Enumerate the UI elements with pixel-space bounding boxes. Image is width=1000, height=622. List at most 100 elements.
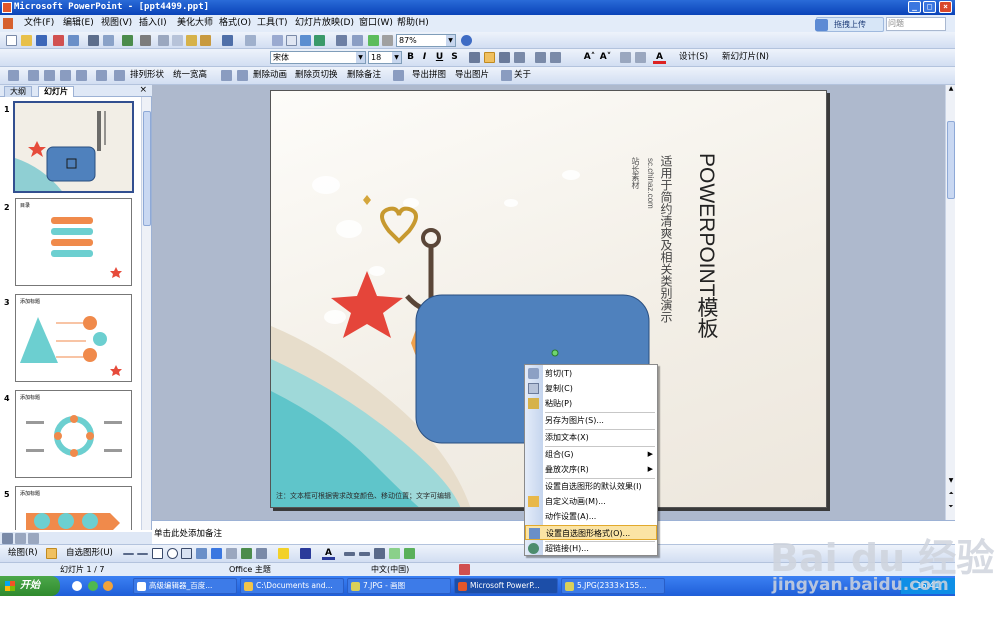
menu-item-group[interactable]: 组合(G) ▶ xyxy=(525,447,657,462)
align-right-icon[interactable] xyxy=(499,52,510,63)
tables-borders-icon[interactable] xyxy=(300,35,311,46)
shadow-button[interactable]: S xyxy=(448,51,461,64)
arrange-shapes-button[interactable]: 排列形状 xyxy=(130,67,164,84)
show-formatting-icon[interactable] xyxy=(352,35,363,46)
slide-thumbnail-3[interactable]: 添加标题 xyxy=(15,294,132,382)
insert-picture-icon[interactable] xyxy=(256,548,267,559)
scroll-up-icon[interactable]: ▲ xyxy=(947,85,955,95)
textbox-icon[interactable] xyxy=(181,548,192,559)
scrollbar-thumb[interactable] xyxy=(947,121,955,199)
rectangle-icon[interactable] xyxy=(152,548,163,559)
line-icon[interactable] xyxy=(123,553,134,555)
slide-footnote[interactable]: 注：文本框可根据需求改变颜色、移动位置；文字可编辑 xyxy=(276,491,451,501)
slide-main-title[interactable]: POWERPOINT模板 xyxy=(668,153,718,343)
thumbnail-scrollbar[interactable] xyxy=(141,97,151,530)
addin-icon[interactable] xyxy=(114,70,125,81)
redo-icon[interactable] xyxy=(245,35,256,46)
diagram-icon[interactable] xyxy=(211,548,222,559)
slide-thumbnail-1[interactable] xyxy=(13,101,134,193)
line-style-icon[interactable] xyxy=(344,552,355,556)
menu-item-copy[interactable]: 复制(C) xyxy=(525,381,657,396)
format-painter-icon[interactable] xyxy=(200,35,211,46)
taskbar-item-image[interactable]: 5.JPG(2333×155... xyxy=(561,578,665,594)
picture-icon[interactable] xyxy=(241,548,252,559)
numbering-icon[interactable] xyxy=(535,52,546,63)
wordart-icon[interactable] xyxy=(196,548,207,559)
bold-button[interactable]: B xyxy=(404,51,417,64)
align-left-icon[interactable] xyxy=(469,52,480,63)
close-button[interactable]: × xyxy=(939,1,952,13)
menu-item-add-text[interactable]: 添加文本(X) xyxy=(525,430,657,445)
open-icon[interactable] xyxy=(21,35,32,46)
menu-format[interactable]: 格式(O) xyxy=(219,15,251,32)
email-icon[interactable] xyxy=(68,35,79,46)
vertical-scrollbar[interactable]: ▲ ▼ ⏶ ⏷ xyxy=(945,85,955,520)
line-color-icon[interactable] xyxy=(300,548,311,559)
notes-placeholder[interactable]: 单击此处添加备注 xyxy=(154,527,222,539)
new-icon[interactable] xyxy=(6,35,17,46)
rotation-handle[interactable] xyxy=(551,349,559,357)
menu-item-default-shape-effect[interactable]: 设置自选图形的默认效果(I) xyxy=(525,479,657,494)
undo-icon[interactable] xyxy=(222,35,233,46)
media-icon[interactable] xyxy=(103,581,113,591)
color-grayscale-icon[interactable] xyxy=(382,35,393,46)
menu-insert[interactable]: 插入(I) xyxy=(139,15,167,32)
align-center-icon[interactable] xyxy=(484,52,495,63)
addin-icon[interactable] xyxy=(221,70,232,81)
addin-icon[interactable] xyxy=(237,70,248,81)
taskbar-item-editor[interactable]: 高级编辑器_百度... xyxy=(133,578,237,594)
addin-icon[interactable] xyxy=(8,70,19,81)
scrollbar-thumb[interactable] xyxy=(143,111,151,226)
permission-icon[interactable] xyxy=(53,35,64,46)
italic-button[interactable]: I xyxy=(418,51,431,64)
menu-slideshow[interactable]: 幻灯片放映(D) xyxy=(295,15,354,32)
addin-icon[interactable] xyxy=(76,70,87,81)
menu-view[interactable]: 视图(V) xyxy=(101,15,132,32)
ie-icon[interactable] xyxy=(72,581,82,591)
fill-color-icon[interactable] xyxy=(278,548,289,559)
grid-icon[interactable] xyxy=(368,35,379,46)
addin-icon[interactable] xyxy=(393,70,404,81)
arrow-style-icon[interactable] xyxy=(374,548,385,559)
start-button[interactable]: 开始 xyxy=(0,576,60,596)
tab-slides[interactable]: 幻灯片 xyxy=(38,86,74,97)
menu-item-format-autoshape[interactable]: 设置自选图形格式(O)... xyxy=(525,525,657,540)
close-panel-icon[interactable]: × xyxy=(139,85,147,96)
delete-animation-button[interactable]: 删除动画 xyxy=(253,67,287,84)
addin-icon[interactable] xyxy=(28,70,39,81)
insert-table-icon[interactable] xyxy=(286,35,297,46)
drag-upload-button[interactable]: 拖拽上传 xyxy=(815,17,884,32)
export-puzzle-button[interactable]: 导出拼图 xyxy=(412,67,446,84)
slideshow-icon[interactable] xyxy=(28,533,39,544)
dash-style-icon[interactable] xyxy=(359,552,370,556)
document-icon[interactable] xyxy=(3,18,13,29)
menu-item-paste[interactable]: 粘贴(P) xyxy=(525,396,657,411)
decrease-font-icon[interactable]: A˅ xyxy=(599,51,612,64)
expand-all-icon[interactable] xyxy=(336,35,347,46)
design-button[interactable]: 设计(S) xyxy=(679,49,708,66)
taskbar-item-powerpoint[interactable]: Microsoft PowerP... xyxy=(454,578,558,594)
font-size-select[interactable]: 18 ▼ xyxy=(368,51,402,64)
arrow-icon[interactable] xyxy=(137,553,148,555)
export-image-button[interactable]: 导出图片 xyxy=(455,67,489,84)
next-slide-icon[interactable]: ⏷ xyxy=(947,503,955,513)
about-button[interactable]: 关于 xyxy=(514,67,531,84)
menu-file[interactable]: 文件(F) xyxy=(24,15,54,32)
insert-hyperlink-icon[interactable] xyxy=(314,35,325,46)
font-name-select[interactable]: 宋体 ▼ xyxy=(270,51,366,64)
slide-thumbnail-5[interactable]: 添加标题 xyxy=(15,486,132,530)
clipart-icon[interactable] xyxy=(226,548,237,559)
menu-edit[interactable]: 编辑(E) xyxy=(63,15,94,32)
maximize-button[interactable]: □ xyxy=(923,1,936,13)
menu-item-order[interactable]: 叠放次序(R) ▶ xyxy=(525,462,657,477)
paste-icon[interactable] xyxy=(186,35,197,46)
font-color-icon[interactable]: A xyxy=(322,547,335,560)
menu-item-hyperlink[interactable]: 超链接(H)... xyxy=(525,541,657,556)
print-preview-icon[interactable] xyxy=(103,35,114,46)
tab-outline[interactable]: 大纲 xyxy=(4,86,32,97)
menu-item-cut[interactable]: 剪切(T) xyxy=(525,366,657,381)
delete-transition-button[interactable]: 删除页切换 xyxy=(295,67,338,84)
taskbar-item-explorer[interactable]: C:\Documents and... xyxy=(240,578,344,594)
scroll-down-icon[interactable]: ▼ xyxy=(947,477,955,487)
3d-style-icon[interactable] xyxy=(404,548,415,559)
